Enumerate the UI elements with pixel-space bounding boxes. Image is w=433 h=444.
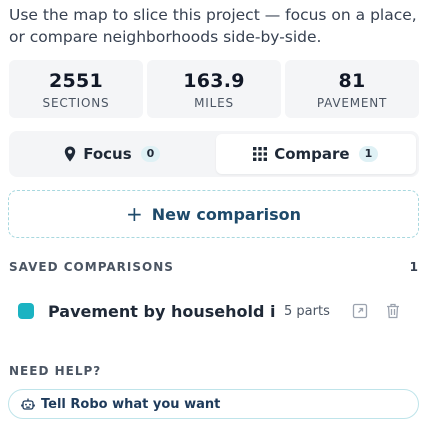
- stat-value: 163.9: [183, 69, 245, 92]
- new-comparison-label: New comparison: [151, 204, 302, 224]
- map-pin-icon: [64, 146, 76, 162]
- color-swatch: [18, 303, 34, 319]
- tell-robo-button[interactable]: Tell Robo what you want: [8, 389, 419, 419]
- tab-compare[interactable]: Compare 1: [215, 134, 416, 174]
- trash-icon[interactable]: [386, 303, 400, 319]
- tab-focus-label: Focus: [83, 145, 132, 163]
- stat-label: SECTIONS: [42, 95, 110, 110]
- need-help-heading: NEED HELP?: [9, 364, 102, 378]
- stat-sections: 2551 SECTIONS: [9, 60, 143, 118]
- tab-focus-count-badge: 0: [140, 146, 161, 162]
- saved-comparison-item[interactable]: Pavement by household in... 5 parts: [18, 298, 413, 324]
- tab-compare-count-badge: 1: [358, 146, 379, 162]
- plus-icon: +: [125, 202, 143, 226]
- stat-label: PAVEMENT: [316, 95, 388, 110]
- stat-value: 81: [338, 69, 366, 92]
- stat-miles: 163.9 MILES: [147, 60, 281, 118]
- saved-comparisons-heading: SAVED COMPARISONS: [9, 260, 174, 274]
- saved-comparison-name: Pavement by household in...: [48, 301, 276, 321]
- open-external-icon[interactable]: [352, 303, 368, 319]
- saved-comparison-parts: 5 parts: [284, 303, 330, 319]
- saved-comparisons-count: 1: [409, 260, 418, 274]
- stats-row: 2551 SECTIONS 163.9 MILES 81 PAVEMENT: [9, 60, 419, 118]
- grid-icon: [253, 147, 268, 161]
- stat-label: MILES: [194, 95, 234, 110]
- tab-focus[interactable]: Focus 0: [12, 134, 213, 174]
- stat-value: 2551: [48, 69, 104, 92]
- tab-compare-label: Compare: [274, 145, 350, 163]
- mode-tabs: Focus 0 Compare 1: [9, 131, 419, 177]
- intro-text: Use the map to slice this project — focu…: [9, 6, 417, 46]
- stat-pavement: 81 PAVEMENT: [285, 60, 419, 118]
- tell-robo-label: Tell Robo what you want: [41, 396, 221, 412]
- new-comparison-button[interactable]: + New comparison: [8, 190, 419, 238]
- robot-icon: [21, 397, 35, 411]
